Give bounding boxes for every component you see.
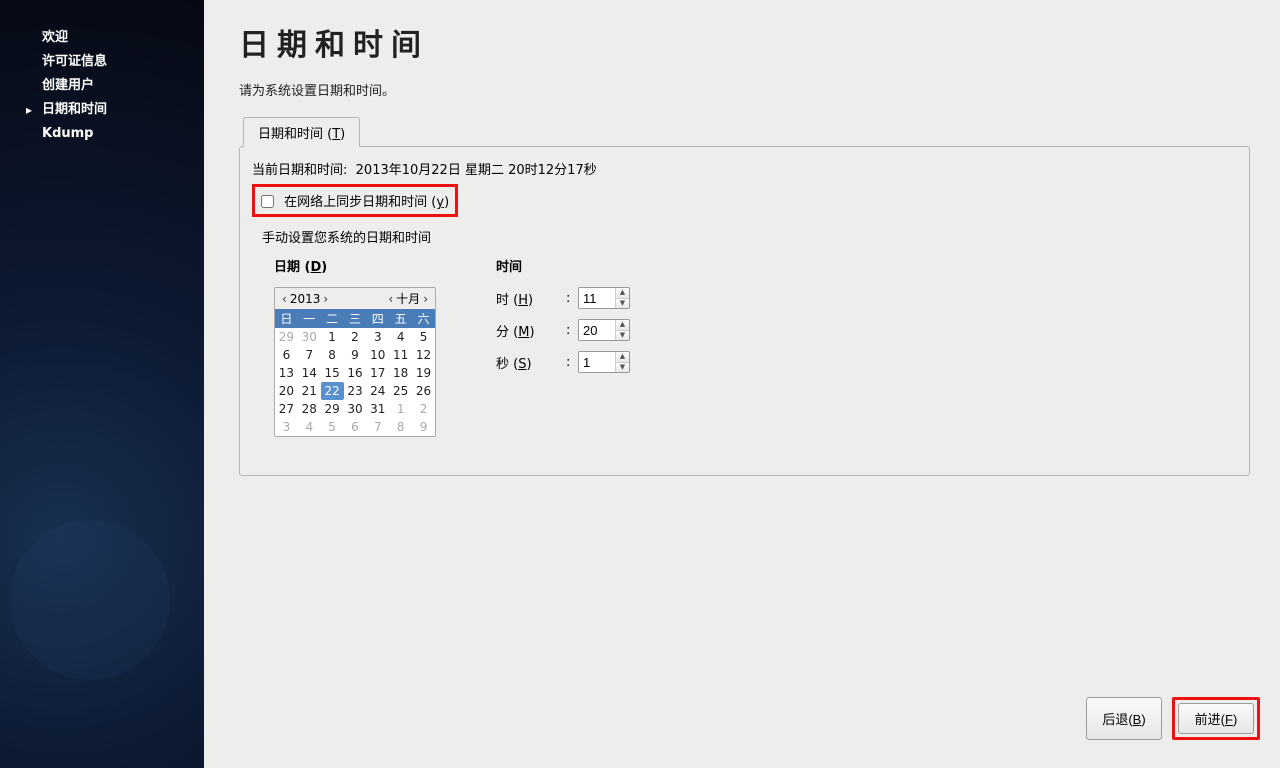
calendar-day[interactable]: 11 [389,346,412,364]
calendar-day: 29 [275,328,298,346]
hour-spinner[interactable]: ▲▼ [578,287,630,309]
month-prev-button[interactable]: ‹ [385,292,396,306]
calendar-day[interactable]: 14 [298,364,321,382]
calendar-day[interactable]: 23 [344,382,367,400]
calendar-day[interactable]: 8 [321,346,344,364]
minute-down-button[interactable]: ▼ [616,331,629,341]
second-down-button[interactable]: ▼ [616,363,629,373]
year-prev-button[interactable]: ‹ [279,292,290,306]
minute-input[interactable] [579,320,615,340]
calendar-day: 1 [389,400,412,418]
calendar-grid: 日一二三四五六 29301234567891011121314151617181… [275,309,435,436]
page-subtitle: 请为系统设置日期和时间。 [239,80,1250,99]
calendar-day[interactable]: 29 [321,400,344,418]
manual-hint: 手动设置您系统的日期和时间 [262,227,1237,246]
sidebar: 欢迎许可证信息创建用户日期和时间Kdump [0,0,204,768]
calendar-day[interactable]: 5 [412,328,435,346]
calendar-day[interactable]: 25 [389,382,412,400]
hour-up-button[interactable]: ▲ [616,288,629,299]
calendar-day[interactable]: 22 [321,382,344,400]
calendar-day: 4 [298,418,321,436]
month-next-button[interactable]: › [420,292,431,306]
calendar-month[interactable]: 十月 [396,290,420,307]
calendar-day: 8 [389,418,412,436]
calendar-year[interactable]: 2013 [290,292,321,306]
calendar-day[interactable]: 19 [412,364,435,382]
sidebar-item-0[interactable]: 欢迎 [0,26,204,50]
ntp-sync-row: 在网络上同步日期和时间 (y) [252,184,458,217]
calendar-day[interactable]: 12 [412,346,435,364]
back-button[interactable]: 后退(B) [1086,697,1162,740]
calendar: ‹ 2013 › ‹ 十月 › 日一二三四五六 2930123456789101… [274,287,436,437]
calendar-day[interactable]: 17 [366,364,389,382]
date-column: 日期 (D) ‹ 2013 › ‹ 十月 › 日一二 [274,256,436,437]
calendar-day: 7 [366,418,389,436]
calendar-day[interactable]: 20 [275,382,298,400]
footer-buttons: 后退(B) 前进(F) [1086,697,1260,740]
calendar-day[interactable]: 31 [366,400,389,418]
year-next-button[interactable]: › [320,292,331,306]
calendar-day[interactable]: 24 [366,382,389,400]
time-column-label: 时间 [496,256,638,275]
hour-label: 时 (H) [496,289,566,308]
minute-label: 分 (M) [496,321,566,340]
calendar-day[interactable]: 4 [389,328,412,346]
second-label: 秒 (S) [496,353,566,372]
calendar-day[interactable]: 16 [344,364,367,382]
calendar-day[interactable]: 28 [298,400,321,418]
calendar-day[interactable]: 18 [389,364,412,382]
sidebar-item-3[interactable]: 日期和时间 [0,98,204,122]
calendar-day: 3 [275,418,298,436]
calendar-day[interactable]: 10 [366,346,389,364]
time-column: 时间 时 (H) : ▲▼ 分 (M) : ▲▼ [496,256,638,437]
calendar-day[interactable]: 27 [275,400,298,418]
calendar-day: 2 [412,400,435,418]
calendar-day[interactable]: 3 [366,328,389,346]
hour-down-button[interactable]: ▼ [616,299,629,309]
calendar-day[interactable]: 13 [275,364,298,382]
calendar-day[interactable]: 9 [344,346,367,364]
main-content: 日期和时间 请为系统设置日期和时间。 日期和时间 (T) 当前日期和时间: 20… [204,0,1280,768]
calendar-day[interactable]: 26 [412,382,435,400]
forward-button[interactable]: 前进(F) [1178,703,1254,734]
calendar-day[interactable]: 2 [344,328,367,346]
hour-input[interactable] [579,288,615,308]
second-input[interactable] [579,352,615,372]
ntp-sync-checkbox[interactable] [261,195,274,208]
calendar-day[interactable]: 21 [298,382,321,400]
calendar-day[interactable]: 1 [321,328,344,346]
calendar-day[interactable]: 7 [298,346,321,364]
current-datetime: 当前日期和时间: 2013年10月22日 星期二 20时12分17秒 [252,159,1237,178]
ntp-sync-checkbox-label[interactable]: 在网络上同步日期和时间 (y) [261,195,449,210]
tab-panel: 当前日期和时间: 2013年10月22日 星期二 20时12分17秒 在网络上同… [239,146,1250,476]
calendar-day[interactable]: 30 [344,400,367,418]
calendar-day: 6 [344,418,367,436]
calendar-day: 30 [298,328,321,346]
date-column-label: 日期 (D) [274,256,436,275]
minute-spinner[interactable]: ▲▼ [578,319,630,341]
tab-datetime[interactable]: 日期和时间 (T) [243,117,360,147]
second-up-button[interactable]: ▲ [616,352,629,363]
sidebar-item-1[interactable]: 许可证信息 [0,50,204,74]
sidebar-item-4[interactable]: Kdump [0,122,204,146]
sidebar-item-2[interactable]: 创建用户 [0,74,204,98]
minute-up-button[interactable]: ▲ [616,320,629,331]
calendar-day[interactable]: 6 [275,346,298,364]
second-spinner[interactable]: ▲▼ [578,351,630,373]
calendar-day: 5 [321,418,344,436]
page-title: 日期和时间 [239,20,1250,64]
calendar-day[interactable]: 15 [321,364,344,382]
calendar-day: 9 [412,418,435,436]
